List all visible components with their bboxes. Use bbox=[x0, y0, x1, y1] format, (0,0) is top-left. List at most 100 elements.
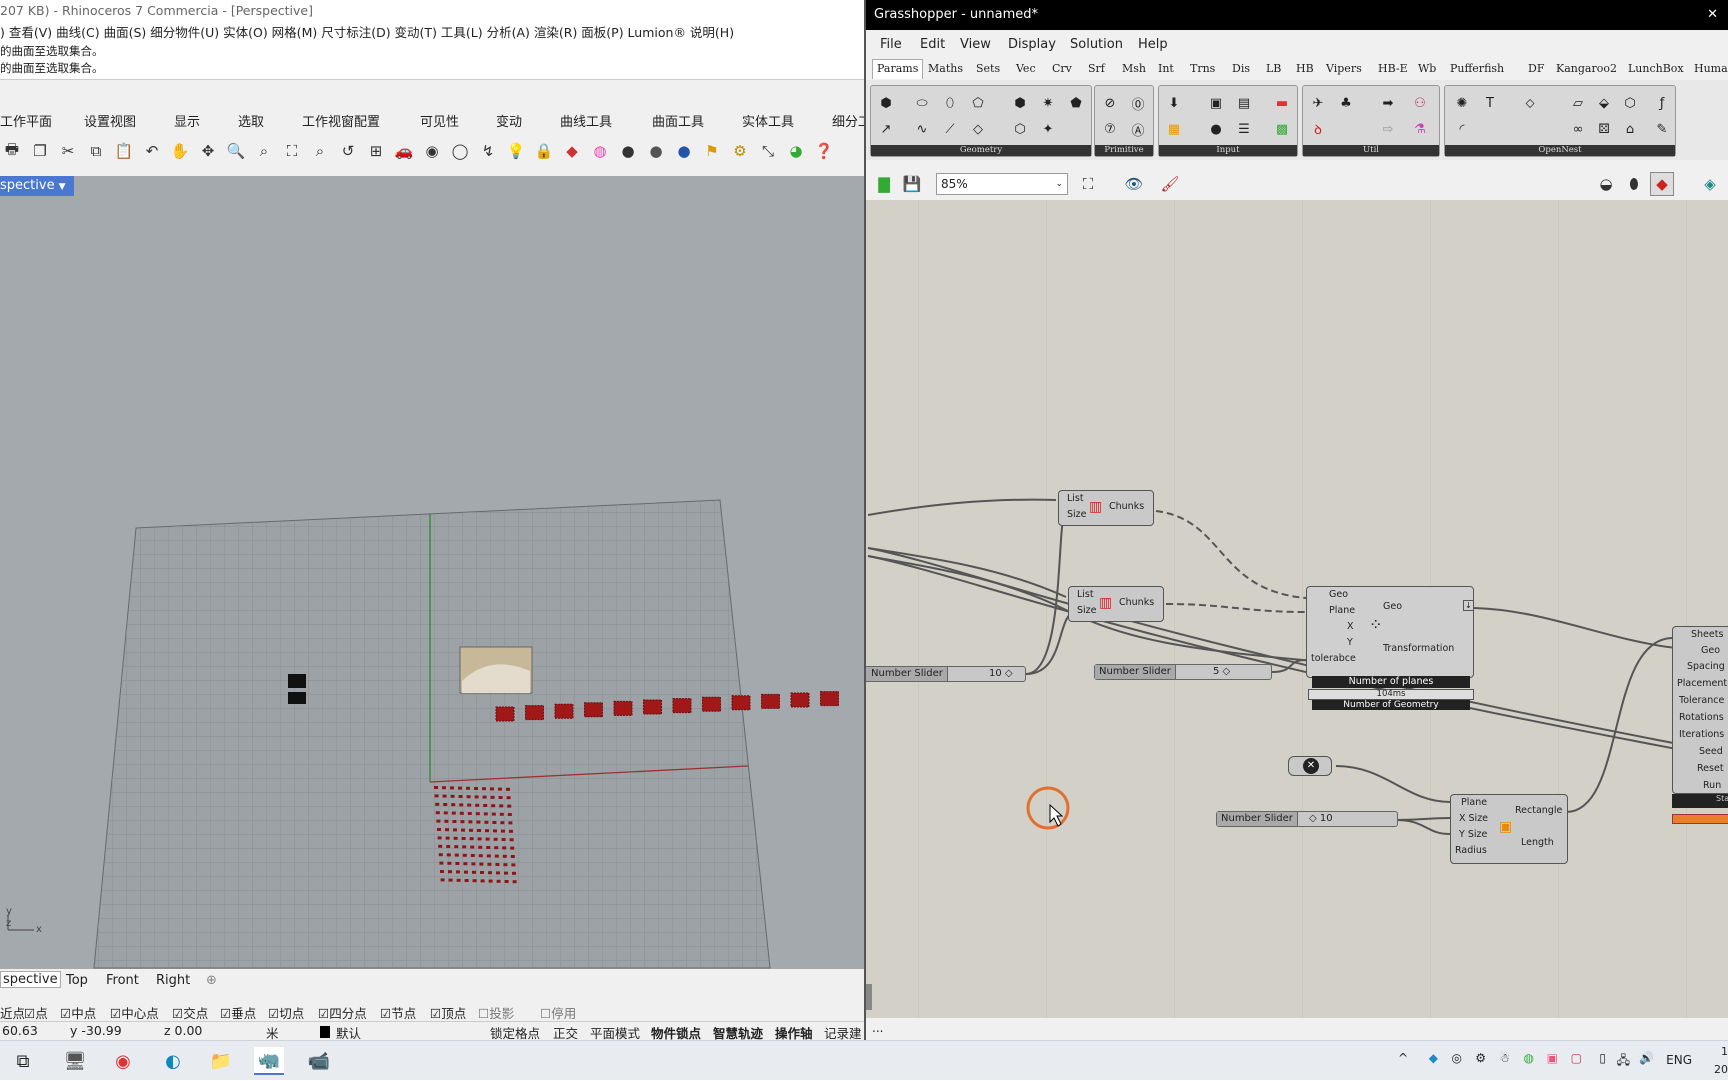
red-point[interactable] bbox=[487, 862, 492, 866]
red-point[interactable] bbox=[453, 836, 458, 840]
red-point[interactable] bbox=[440, 870, 444, 873]
number-slider-1[interactable]: Number Slider 10 ◇ bbox=[866, 666, 1026, 682]
tray-qq-icon[interactable]: ☃ bbox=[1499, 1051, 1510, 1065]
red-point[interactable] bbox=[498, 787, 502, 791]
chunks2-input-size[interactable]: Size bbox=[1077, 605, 1097, 616]
flag-icon[interactable]: ⚑ bbox=[700, 139, 724, 163]
red-point[interactable] bbox=[474, 795, 479, 799]
red-point[interactable] bbox=[486, 854, 491, 858]
red-point[interactable] bbox=[434, 794, 439, 798]
red-point[interactable] bbox=[435, 802, 440, 806]
red-point[interactable] bbox=[456, 870, 460, 874]
tab-front[interactable]: Front bbox=[106, 973, 139, 988]
shape-icon[interactable]: ⌂ bbox=[1619, 118, 1641, 140]
menu-edit[interactable]: Edit bbox=[920, 32, 945, 58]
tab-set-view[interactable]: 设置视图 bbox=[84, 111, 136, 130]
red-point[interactable] bbox=[477, 837, 482, 841]
osnap-intersection[interactable]: ☑交点 bbox=[172, 1003, 208, 1022]
orient-input-x[interactable]: X bbox=[1347, 621, 1354, 632]
nest-input-sheets[interactable]: Sheets bbox=[1691, 629, 1723, 640]
red-point[interactable] bbox=[444, 819, 449, 823]
chrome-icon[interactable]: ◉ bbox=[108, 1047, 138, 1075]
nest-input-placement[interactable]: Placement bbox=[1677, 678, 1727, 689]
import-icon[interactable]: ⬇ bbox=[1163, 92, 1185, 114]
red-point[interactable] bbox=[478, 845, 483, 849]
rhino-app-icon[interactable]: 🦏 bbox=[254, 1047, 284, 1075]
arc-param-icon[interactable]: ⬯ bbox=[939, 92, 961, 114]
red-shape[interactable] bbox=[613, 700, 633, 716]
red-point[interactable] bbox=[492, 821, 497, 824]
menu-solution[interactable]: Solution bbox=[1070, 32, 1123, 58]
dice-icon[interactable]: ⚄ bbox=[1593, 118, 1615, 140]
tab-dis[interactable]: Dis bbox=[1232, 62, 1250, 75]
cluster-icon[interactable]: ⚇ bbox=[1409, 92, 1431, 114]
pen-icon[interactable]: ✎ bbox=[1651, 118, 1673, 140]
red-point[interactable] bbox=[484, 820, 489, 824]
copy-doc-icon[interactable]: ❐ bbox=[28, 139, 52, 163]
sketch-icon[interactable]: 🖌 bbox=[1158, 172, 1182, 196]
network-icon[interactable]: 🖧 bbox=[1617, 1051, 1630, 1072]
red-point[interactable] bbox=[453, 828, 457, 832]
red-point[interactable] bbox=[450, 794, 455, 798]
red-point[interactable] bbox=[494, 854, 499, 858]
red-point[interactable] bbox=[454, 853, 459, 857]
lock-icon[interactable]: 🔒 bbox=[532, 139, 556, 163]
gh-canvas[interactable]: List Size ▥ Chunks List Size ▥ Chunks Ge… bbox=[866, 200, 1728, 1018]
group-param-icon[interactable]: ⬟ bbox=[1065, 92, 1087, 114]
box-param-icon[interactable]: ⬢ bbox=[1009, 92, 1031, 114]
red-point[interactable] bbox=[504, 871, 508, 875]
tab-subd[interactable]: 细分工 bbox=[832, 111, 864, 130]
nest-input-spacing[interactable]: Spacing bbox=[1687, 661, 1725, 672]
red-point[interactable] bbox=[477, 829, 481, 832]
nest-input-geo[interactable]: Geo bbox=[1701, 645, 1720, 656]
tray-red-icon[interactable]: ▢ bbox=[1571, 1051, 1582, 1065]
flask-icon[interactable]: ⚗ bbox=[1409, 118, 1431, 140]
undo-icon[interactable]: ↶ bbox=[140, 139, 164, 163]
red-point[interactable] bbox=[461, 837, 466, 840]
color-wheel-icon[interactable]: ◍ bbox=[588, 139, 612, 163]
red-point[interactable] bbox=[506, 796, 511, 800]
tab-vipers[interactable]: Vipers bbox=[1326, 62, 1362, 75]
tab-df[interactable]: DF bbox=[1528, 62, 1544, 75]
button-icon[interactable]: ▤ bbox=[1233, 92, 1255, 114]
plane-param-component[interactable]: ✕ bbox=[1288, 756, 1332, 776]
record-history-toggle[interactable]: 记录建 bbox=[824, 1023, 862, 1040]
osnap-near[interactable]: 近点 bbox=[0, 1003, 25, 1022]
tab-wb[interactable]: Wb bbox=[1418, 62, 1436, 75]
tab-lb[interactable]: LB bbox=[1266, 62, 1281, 75]
menu-view[interactable]: View bbox=[960, 32, 991, 58]
graph-mapper-icon[interactable]: ▦ bbox=[1163, 118, 1185, 140]
galapagos-icon[interactable]: ♣ bbox=[1335, 92, 1357, 114]
chunks2-input-list[interactable]: List bbox=[1077, 589, 1094, 600]
render-sphere-icon[interactable]: ● bbox=[644, 139, 668, 163]
boolean-param-icon[interactable]: ⊘ bbox=[1099, 92, 1121, 114]
red-shape[interactable] bbox=[761, 693, 780, 709]
chevron-up-icon[interactable]: ^ bbox=[1398, 1051, 1408, 1065]
arrow-icon[interactable]: ⇨ bbox=[1377, 118, 1399, 140]
red-point[interactable] bbox=[507, 813, 512, 816]
red-point[interactable] bbox=[460, 820, 465, 824]
edge-icon[interactable]: ◐ bbox=[158, 1047, 188, 1075]
red-point[interactable] bbox=[501, 838, 506, 841]
tab-select[interactable]: 选取 bbox=[238, 111, 264, 130]
blue-sphere-icon[interactable]: ● bbox=[672, 139, 696, 163]
orient-input-y[interactable]: Y bbox=[1347, 637, 1353, 648]
tab-srf[interactable]: Srf bbox=[1088, 62, 1105, 75]
tab-params[interactable]: Params bbox=[872, 59, 924, 79]
osnap-quadrant[interactable]: ☑四分点 bbox=[318, 1003, 367, 1022]
red-point[interactable] bbox=[509, 829, 513, 833]
formula-icon[interactable]: ƒ bbox=[1651, 92, 1673, 114]
tab-transform[interactable]: 变动 bbox=[496, 111, 522, 130]
red-shape[interactable] bbox=[495, 706, 515, 722]
file-explorer-icon[interactable]: 📁 bbox=[206, 1047, 236, 1075]
tab-perspective[interactable]: spective bbox=[0, 971, 61, 988]
red-point[interactable] bbox=[445, 836, 450, 840]
red-point[interactable] bbox=[455, 862, 460, 865]
red-point[interactable] bbox=[439, 861, 444, 865]
help-icon[interactable]: ❓ bbox=[812, 139, 836, 163]
red-point[interactable] bbox=[501, 829, 505, 833]
osnap-project[interactable]: ☐投影 bbox=[478, 1003, 514, 1022]
red-point[interactable] bbox=[469, 828, 473, 832]
red-point[interactable] bbox=[491, 804, 496, 808]
cherry-icon[interactable]: ꝺ bbox=[1307, 118, 1329, 140]
